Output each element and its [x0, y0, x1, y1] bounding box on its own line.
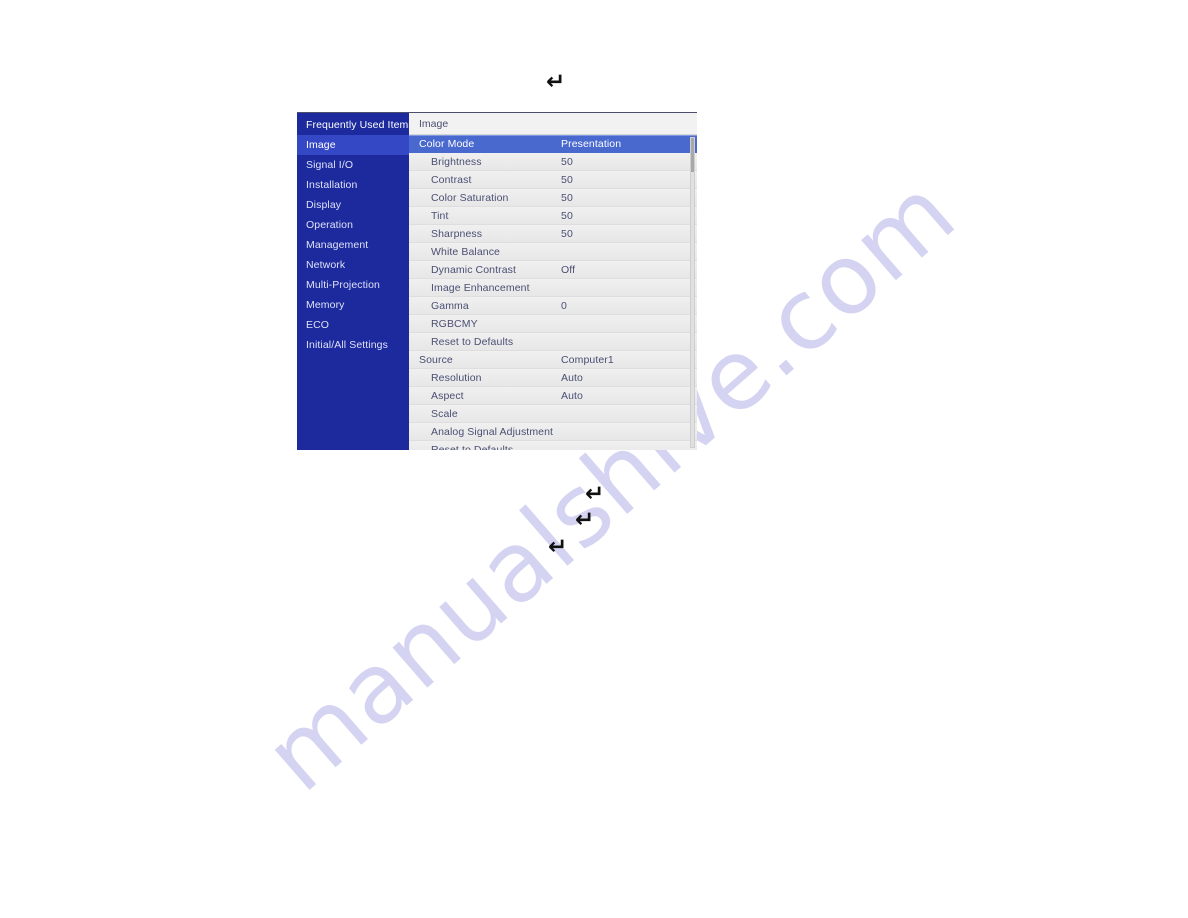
settings-row-label: Image Enhancement: [431, 281, 530, 294]
settings-row[interactable]: Image Enhancement: [409, 279, 697, 297]
osd-settings-list: Color Mode Presentation Brightness 50 Contra…: [409, 135, 697, 450]
enter-return-arrow-icon: ↵: [575, 507, 595, 533]
settings-row-label: Resolution: [431, 371, 482, 384]
settings-row[interactable]: Color Mode Presentation: [409, 135, 697, 153]
settings-row-label: Sharpness: [431, 227, 483, 240]
settings-row-label: Contrast: [431, 173, 472, 186]
osd-scrollbar[interactable]: [690, 137, 695, 448]
settings-row[interactable]: Color Saturation 50: [409, 189, 697, 207]
projector-osd-menu: Frequently Used Items Image Signal I/O Inst…: [297, 112, 697, 450]
settings-row[interactable]: Sharpness 50: [409, 225, 697, 243]
settings-row[interactable]: White Balance: [409, 243, 697, 261]
settings-row-value: Computer1: [561, 353, 614, 366]
settings-row-value: 50: [561, 191, 573, 204]
settings-row[interactable]: RGBCMY: [409, 315, 697, 333]
settings-row-value: Off: [561, 263, 576, 276]
settings-row[interactable]: Brightness 50: [409, 153, 697, 171]
settings-row-label: RGBCMY: [431, 317, 478, 330]
settings-row[interactable]: Tint 50: [409, 207, 697, 225]
sidebar-item-frequently-used-items[interactable]: Frequently Used Items: [297, 115, 414, 135]
sidebar-item-memory[interactable]: Memory: [297, 295, 409, 315]
settings-row-label: Reset to Defaults: [431, 443, 514, 451]
sidebar-item-initial-all-settings[interactable]: Initial/All Settings: [297, 335, 409, 355]
sidebar-item-operation[interactable]: Operation: [297, 215, 409, 235]
enter-return-arrow-icon: ↵: [546, 69, 566, 95]
settings-row[interactable]: Scale: [409, 405, 697, 423]
osd-header-title: Image: [409, 113, 697, 135]
settings-row[interactable]: Dynamic Contrast Off: [409, 261, 697, 279]
settings-row[interactable]: Gamma 0: [409, 297, 697, 315]
settings-row-label: Scale: [431, 407, 458, 420]
settings-row[interactable]: Analog Signal Adjustment: [409, 423, 697, 441]
settings-row[interactable]: Resolution Auto: [409, 369, 697, 387]
settings-row-value: Auto: [561, 371, 583, 384]
settings-row[interactable]: Aspect Auto: [409, 387, 697, 405]
settings-row[interactable]: Reset to Defaults: [409, 333, 697, 351]
enter-return-arrow-icon: ↵: [585, 481, 605, 507]
sidebar-item-eco[interactable]: ECO: [297, 315, 409, 335]
settings-row-label: Tint: [431, 209, 449, 222]
sidebar-item-network[interactable]: Network: [297, 255, 409, 275]
sidebar-item-display[interactable]: Display: [297, 195, 409, 215]
settings-row-label: Color Saturation: [431, 191, 509, 204]
settings-row-label: Gamma: [431, 299, 469, 312]
settings-row[interactable]: Contrast 50: [409, 171, 697, 189]
settings-row-label: Brightness: [431, 155, 482, 168]
settings-row[interactable]: Source Computer1: [409, 351, 697, 369]
settings-row-value: 50: [561, 155, 573, 168]
settings-row-label: Reset to Defaults: [431, 335, 514, 348]
settings-row-label: Color Mode: [419, 138, 475, 150]
sidebar-item-image[interactable]: Image: [297, 135, 409, 155]
sidebar-item-multi-projection[interactable]: Multi-Projection: [297, 275, 409, 295]
osd-sidebar: Frequently Used Items Image Signal I/O Inst…: [297, 113, 414, 450]
settings-row-value: 0: [561, 299, 567, 312]
settings-row-value: 50: [561, 227, 573, 240]
settings-row-label: Dynamic Contrast: [431, 263, 517, 276]
settings-row-value: Auto: [561, 389, 583, 402]
sidebar-item-signal-i-o[interactable]: Signal I/O: [297, 155, 409, 175]
settings-row-value: Presentation: [561, 138, 622, 150]
settings-row-label: White Balance: [431, 245, 501, 258]
settings-row-label: Analog Signal Adjustment: [431, 425, 554, 438]
settings-row[interactable]: Reset to Defaults: [409, 441, 697, 450]
osd-scrollbar-thumb[interactable]: [691, 138, 694, 172]
enter-return-arrow-icon: ↵: [548, 534, 568, 560]
settings-row-value: 50: [561, 173, 573, 186]
settings-row-label: Source: [419, 353, 453, 366]
settings-row-label: Aspect: [431, 389, 464, 402]
sidebar-item-management[interactable]: Management: [297, 235, 409, 255]
settings-row-value: 50: [561, 209, 573, 222]
osd-content-pane: Image Color Mode Presentation Brightness 50…: [409, 113, 697, 450]
sidebar-item-installation[interactable]: Installation: [297, 175, 409, 195]
